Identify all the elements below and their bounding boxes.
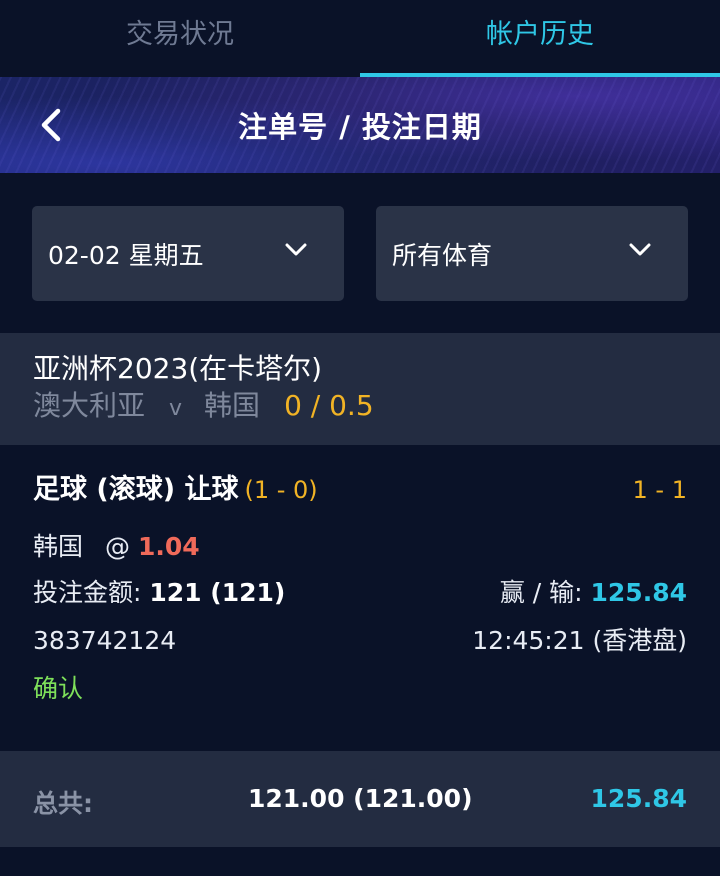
page-header: 注单号 / 投注日期 bbox=[0, 77, 720, 173]
bet-market: 足球 (滚球) 让球 (1 - 0) bbox=[33, 467, 318, 506]
stake-row: 投注金额: 121 (121) 赢 / 输: 125.84 bbox=[33, 573, 687, 609]
tab-label: 交易状况 bbox=[126, 19, 234, 50]
total-winloss: 125.84 bbox=[590, 784, 687, 813]
selection-team: 韩国 bbox=[33, 532, 84, 561]
chevron-down-icon bbox=[629, 243, 651, 256]
total-label: 总共: bbox=[33, 789, 93, 818]
odds-value: 1.04 bbox=[137, 532, 200, 561]
selection-row: 韩国 @ 1.04 bbox=[33, 527, 687, 563]
home-team: 澳大利亚 bbox=[33, 389, 146, 422]
date-dropdown-value: 02-02 星期五 bbox=[48, 240, 204, 270]
at-symbol: @ bbox=[105, 532, 131, 561]
tab-trade-status[interactable]: 交易状况 bbox=[0, 0, 360, 77]
tab-label: 帐户历史 bbox=[486, 19, 594, 50]
ticket-row: 383742124 12:45:21 (香港盘) bbox=[33, 621, 687, 657]
ticket-id: 383742124 bbox=[33, 626, 177, 655]
tab-bar: 交易状况 帐户历史 bbox=[0, 0, 720, 77]
handicap-line: 0 / 0.5 bbox=[284, 389, 374, 422]
bet-time: 12:45:21 (香港盘) bbox=[472, 626, 687, 655]
status-row: 确认 bbox=[33, 669, 687, 705]
date-dropdown[interactable]: 02-02 星期五 bbox=[32, 206, 344, 301]
selection: 韩国 @ 1.04 bbox=[33, 527, 200, 563]
filter-bar: 02-02 星期五 所有体育 bbox=[0, 173, 720, 333]
market-name: 足球 (滚球) 让球 bbox=[33, 474, 239, 505]
status-badge: 确认 bbox=[33, 674, 84, 703]
stake: 投注金额: 121 (121) bbox=[33, 573, 285, 609]
chevron-left-icon[interactable] bbox=[34, 105, 74, 145]
match-line: 澳大利亚 v 韩国 0 / 0.5 bbox=[33, 387, 720, 428]
page-title: 注单号 / 投注日期 bbox=[238, 110, 482, 144]
winloss-label: 赢 / 输: bbox=[499, 578, 583, 607]
market-score: (1 - 0) bbox=[244, 476, 318, 504]
chevron-down-icon bbox=[285, 243, 307, 256]
winloss-value: 125.84 bbox=[590, 578, 687, 607]
total-row: 总共: 121.00 (121.00) 125.84 bbox=[0, 751, 720, 847]
sport-dropdown[interactable]: 所有体育 bbox=[376, 206, 688, 301]
stake-label: 投注金额: bbox=[33, 578, 142, 607]
event-header: 亚洲杯2023(在卡塔尔) 澳大利亚 v 韩国 0 / 0.5 bbox=[0, 333, 720, 445]
bet-card: 足球 (滚球) 让球 (1 - 0) 1 - 1 韩国 @ 1.04 投注金额: 1… bbox=[0, 445, 720, 751]
sport-dropdown-value: 所有体育 bbox=[392, 240, 493, 270]
versus-label: v bbox=[169, 396, 183, 421]
total-stake: 121.00 (121.00) bbox=[248, 784, 473, 813]
bet-market-row: 足球 (滚球) 让球 (1 - 0) 1 - 1 bbox=[33, 467, 687, 506]
tab-account-history[interactable]: 帐户历史 bbox=[360, 0, 720, 77]
final-score: 1 - 1 bbox=[632, 476, 687, 504]
away-team: 韩国 bbox=[204, 389, 261, 422]
league-name: 亚洲杯2023(在卡塔尔) bbox=[33, 352, 323, 385]
stake-value: 121 (121) bbox=[149, 578, 286, 607]
winloss: 赢 / 输: 125.84 bbox=[500, 573, 687, 609]
